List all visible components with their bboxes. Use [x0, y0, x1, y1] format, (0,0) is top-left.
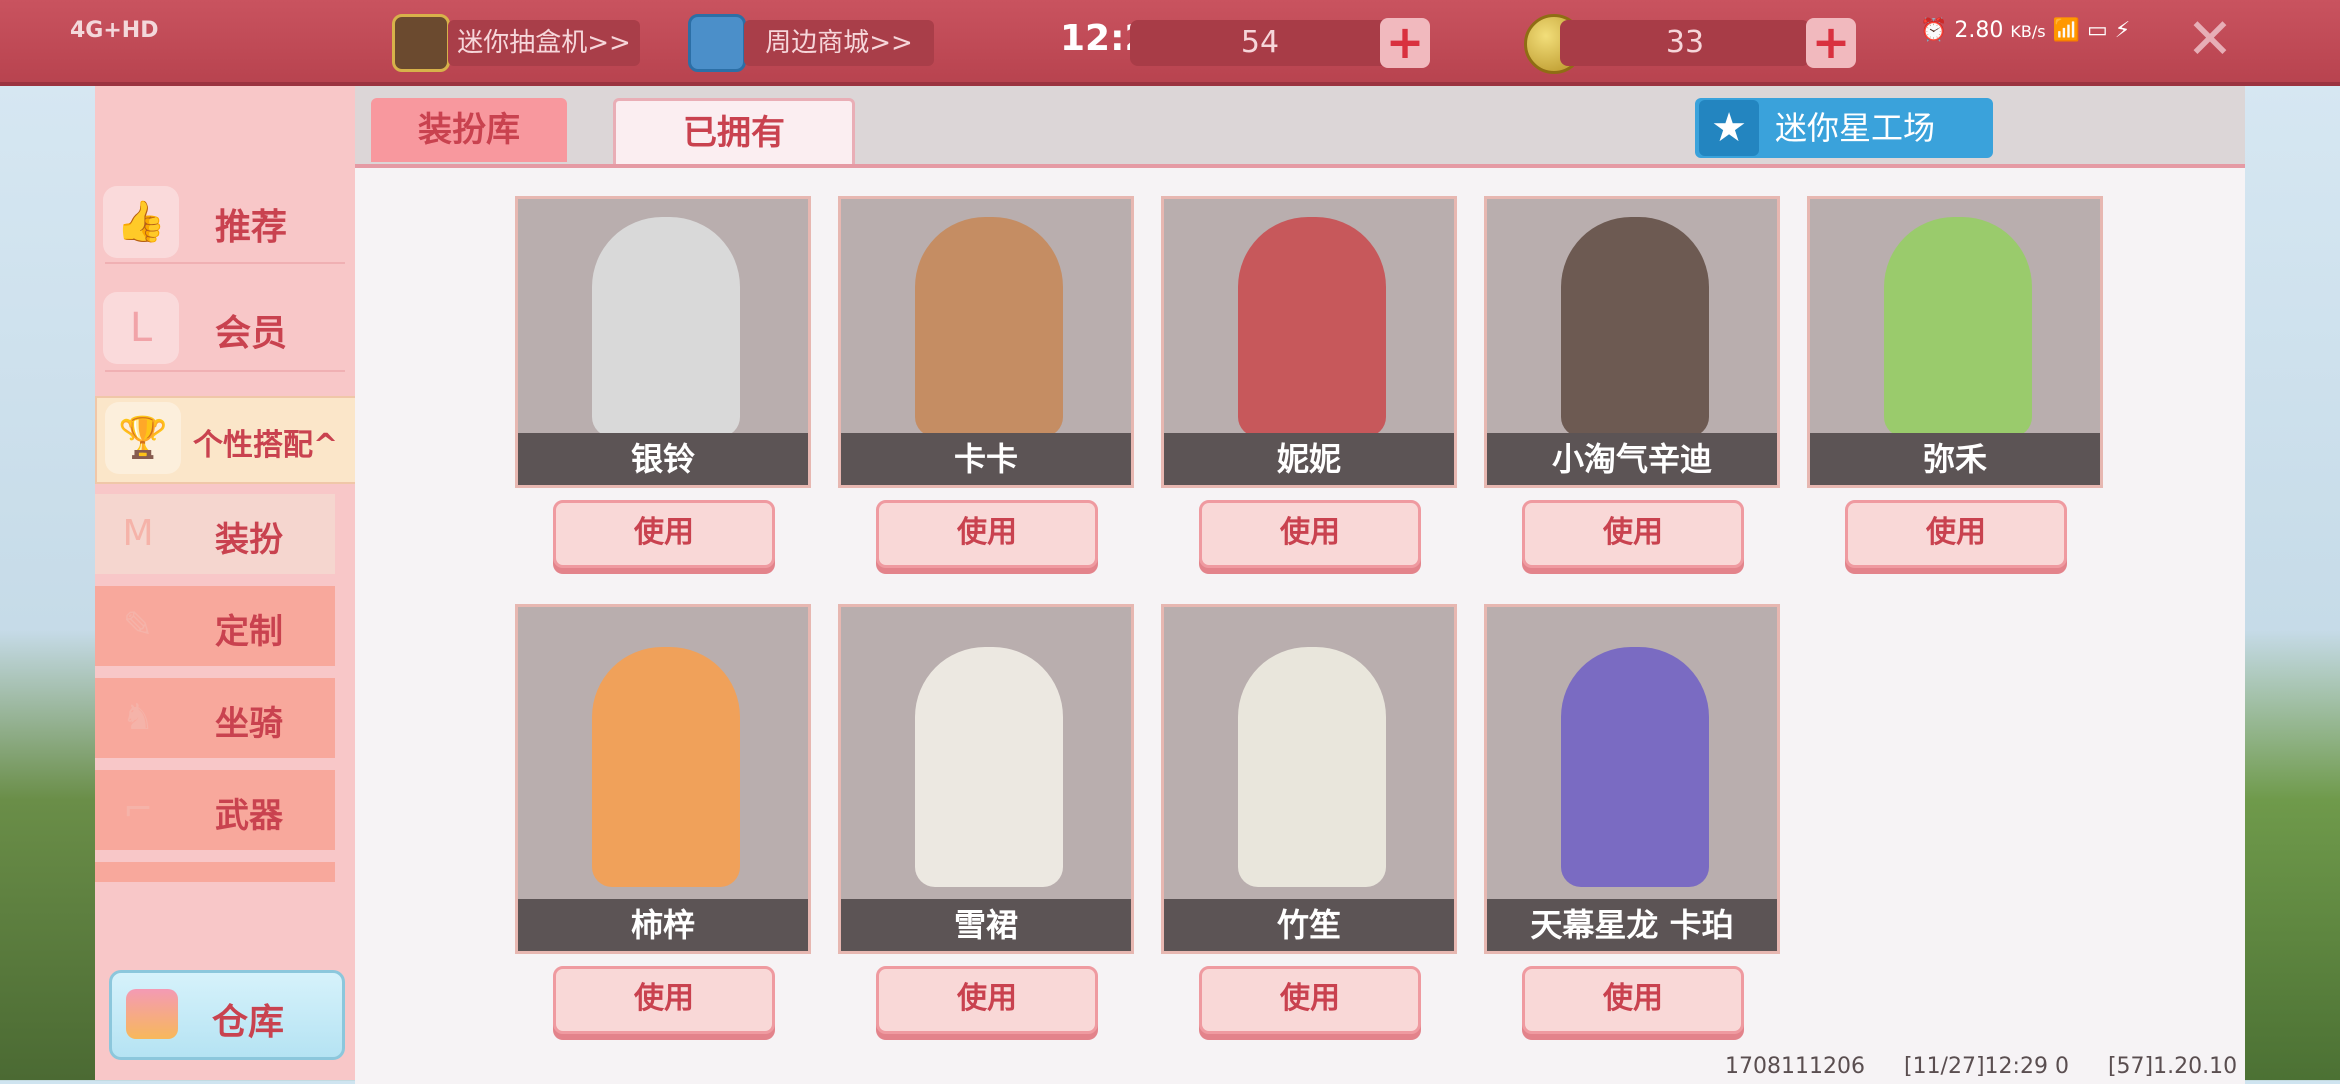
skin-name: 妮妮: [1164, 433, 1454, 485]
currency-b-value: 33: [1560, 20, 1810, 66]
skin-name: 小淘气辛迪: [1487, 433, 1777, 485]
sidebar-item-member[interactable]: L 会员: [95, 278, 355, 378]
use-button[interactable]: 使用: [1845, 500, 2067, 568]
skin-card[interactable]: 天幕星龙 卡珀: [1484, 604, 1780, 954]
skin-name: 竹笙: [1164, 899, 1454, 951]
skin-preview: [1238, 217, 1386, 437]
shop-link[interactable]: 周边商城>>: [744, 20, 934, 66]
gun-icon: ⌐: [122, 789, 154, 830]
speed-value: 2.80: [1954, 18, 2004, 43]
sub-item-mount[interactable]: ♞ 坐骑: [95, 678, 335, 758]
sidebar-item-label: 个性搭配^: [193, 428, 339, 463]
use-button[interactable]: 使用: [876, 500, 1098, 568]
use-button[interactable]: 使用: [1199, 500, 1421, 568]
skin-preview: [1238, 647, 1386, 887]
skin-preview: [592, 647, 740, 887]
sub-item-label: 坐骑: [215, 704, 283, 744]
sub-item-weapon[interactable]: ⌐ 武器: [95, 770, 335, 850]
version: [57]1.20.10: [2107, 1054, 2238, 1079]
sub-item-label: 武器: [215, 796, 283, 836]
sidebar-item-recommend[interactable]: 👍 推荐: [95, 172, 355, 272]
sidebar: 👍 推荐 L 会员 🏆 个性搭配^ M 装扮 ✎ 定制 ♞ 坐骑 ⌐ 武器 仓库: [95, 86, 359, 1080]
skin-preview: [1561, 217, 1709, 437]
shop-icon[interactable]: [688, 14, 746, 72]
skin-name: 弥禾: [1810, 433, 2100, 485]
skin-name: 卡卡: [841, 433, 1131, 485]
skin-card[interactable]: 银铃: [515, 196, 811, 488]
sidebar-item-label: 推荐: [215, 207, 288, 248]
skin-card[interactable]: 雪裙: [838, 604, 1134, 954]
tab-wardrobe[interactable]: 装扮库: [371, 98, 567, 162]
skin-card[interactable]: 弥禾: [1807, 196, 2103, 488]
wifi-icon: 📶: [2052, 18, 2080, 43]
gacha-link[interactable]: 迷你抽盒机>>: [448, 20, 640, 66]
warehouse-button[interactable]: 仓库: [109, 970, 345, 1060]
mount-icon: ♞: [121, 697, 155, 738]
top-bar: 4G+HD 迷你抽盒机>> 周边商城>> 12:29 54 + 33 + ⏰ 2…: [0, 0, 2340, 86]
currency-a-value: 54: [1130, 20, 1390, 66]
warehouse-label: 仓库: [212, 1002, 285, 1043]
workshop-button[interactable]: ★ 迷你星工场: [1695, 98, 1993, 158]
sub-item-label: 定制: [215, 612, 283, 652]
sidebar-item-label: 会员: [215, 313, 288, 354]
pencil-icon: ✎: [122, 605, 154, 646]
skin-preview: [1884, 217, 2032, 437]
star-icon: ★: [1699, 100, 1759, 156]
skin-preview: [915, 217, 1063, 437]
thumbs-up-icon: 👍: [103, 186, 179, 258]
trophy-icon: 🏆: [105, 402, 181, 474]
speed-unit: KB/s: [2010, 22, 2046, 41]
skin-name: 柿梓: [518, 899, 808, 951]
datetime: [11/27]12:29 0: [1903, 1054, 2069, 1079]
divider: [105, 370, 345, 372]
use-button[interactable]: 使用: [553, 966, 775, 1034]
sidebar-item-style-match[interactable]: 🏆 个性搭配^: [95, 396, 357, 484]
divider: [105, 262, 345, 264]
alarm-icon: ⏰: [1920, 18, 1948, 43]
shirt-icon: M: [122, 513, 154, 554]
gacha-icon[interactable]: [392, 14, 450, 72]
use-button[interactable]: 使用: [553, 500, 775, 568]
sub-item-partial[interactable]: [95, 862, 335, 882]
main-panel: 装扮库 已拥有 ★ 迷你星工场 银铃 使用 卡卡 使用 妮妮 使用 小淘气辛迪 …: [355, 86, 2245, 1084]
sub-item-label: 装扮: [215, 520, 283, 560]
add-currency-a-button[interactable]: +: [1380, 18, 1430, 68]
battery-icon: ▭: [2087, 18, 2108, 43]
skin-card[interactable]: 小淘气辛迪: [1484, 196, 1780, 488]
skin-name: 银铃: [518, 433, 808, 485]
system-status: ⏰ 2.80 KB/s 📶 ▭ ⚡: [1920, 18, 2130, 43]
use-button[interactable]: 使用: [876, 966, 1098, 1034]
workshop-label: 迷你星工场: [1775, 109, 1936, 147]
close-icon[interactable]: ✕: [2180, 10, 2240, 70]
network-status: 4G+HD: [70, 18, 159, 43]
add-currency-b-button[interactable]: +: [1806, 18, 1856, 68]
tab-owned[interactable]: 已拥有: [613, 98, 855, 168]
skin-card[interactable]: 妮妮: [1161, 196, 1457, 488]
skin-preview: [1561, 647, 1709, 887]
use-button[interactable]: 使用: [1199, 966, 1421, 1034]
charging-icon: ⚡: [2114, 18, 2131, 43]
skin-card[interactable]: 卡卡: [838, 196, 1134, 488]
sub-item-customize[interactable]: ✎ 定制: [95, 586, 335, 666]
sub-item-outfit[interactable]: M 装扮: [95, 494, 335, 574]
background-right: [2245, 80, 2340, 1080]
footer-info: 1708111206 [11/27]12:29 0 [57]1.20.10: [1725, 1054, 2269, 1079]
use-button[interactable]: 使用: [1522, 500, 1744, 568]
skin-name: 雪裙: [841, 899, 1131, 951]
background-left: [0, 80, 95, 1080]
skin-grid: 银铃 使用 卡卡 使用 妮妮 使用 小淘气辛迪 使用 弥禾 使用 柿梓 使用 雪…: [355, 164, 2245, 1084]
use-button[interactable]: 使用: [1522, 966, 1744, 1034]
skin-name: 天幕星龙 卡珀: [1487, 899, 1777, 951]
member-icon: L: [103, 292, 179, 364]
user-id: 1708111206: [1725, 1054, 1865, 1079]
warehouse-icon: [126, 989, 178, 1039]
skin-preview: [915, 647, 1063, 887]
skin-preview: [592, 217, 740, 437]
skin-card[interactable]: 竹笙: [1161, 604, 1457, 954]
skin-card[interactable]: 柿梓: [515, 604, 811, 954]
